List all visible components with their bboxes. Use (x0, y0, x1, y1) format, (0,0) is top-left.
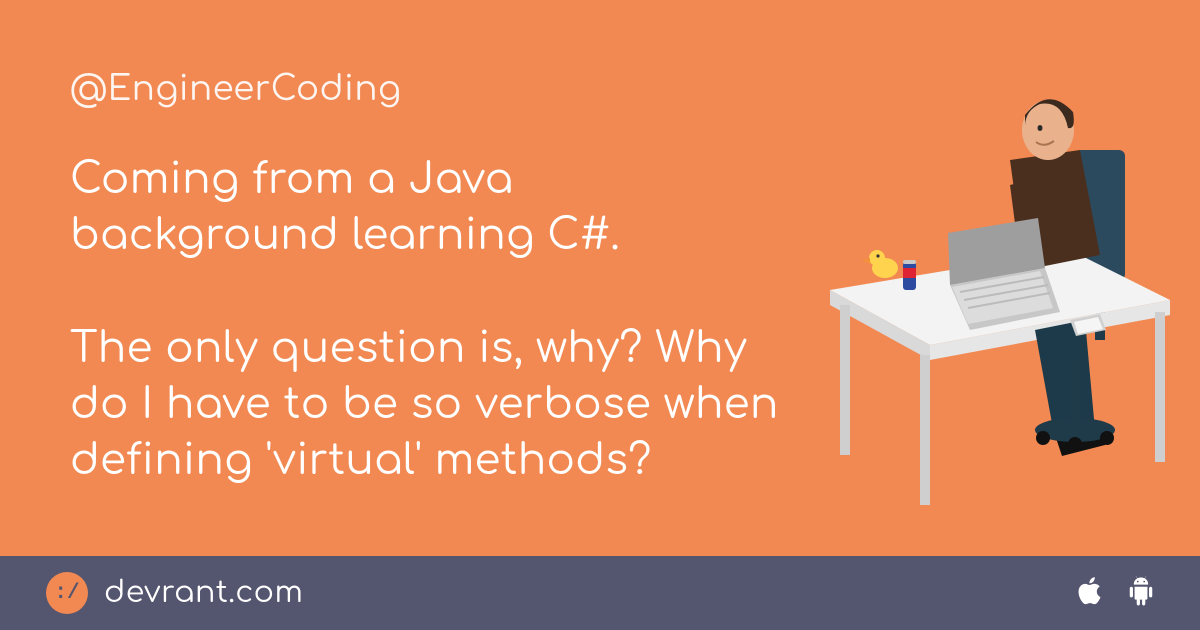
avatar-illustration (800, 30, 1180, 530)
share-card: @EngineerCoding Coming from a Java backg… (0, 0, 1200, 630)
author-username: @EngineerCoding (70, 70, 780, 108)
platform-icons (1076, 576, 1154, 610)
post-content: @EngineerCoding Coming from a Java backg… (70, 70, 780, 490)
brand-text: devrant.com (104, 577, 303, 610)
android-icon (1128, 576, 1154, 610)
rant-text: Coming from a Java background learning C… (70, 152, 780, 490)
logo-glyph: :/ (54, 582, 79, 605)
footer-brand: :/ devrant.com (46, 572, 303, 614)
apple-icon (1076, 576, 1102, 610)
footer-bar: :/ devrant.com (0, 556, 1200, 630)
logo-icon: :/ (46, 572, 88, 614)
